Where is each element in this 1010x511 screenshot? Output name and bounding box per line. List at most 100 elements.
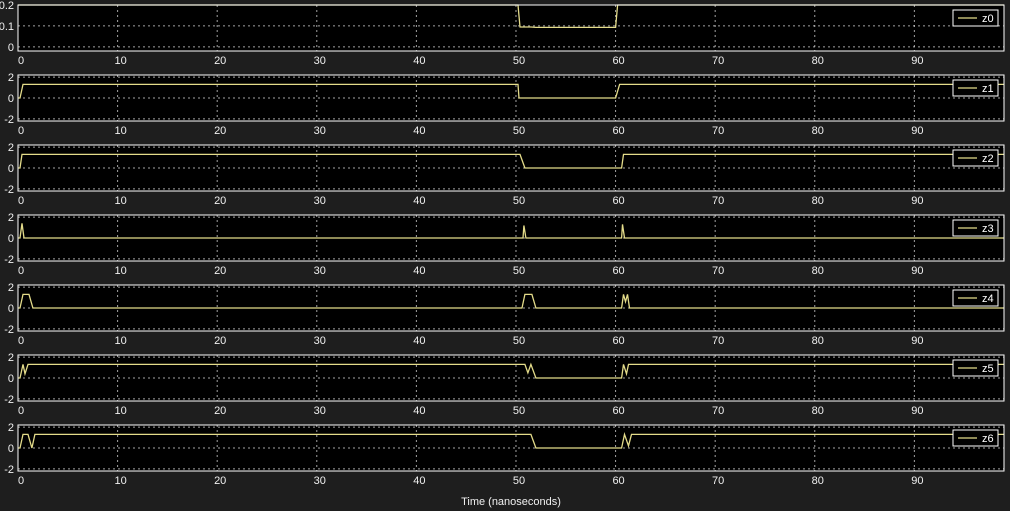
x-tick-label: 40 — [413, 335, 425, 347]
y-tick-label: 0 — [8, 42, 14, 54]
x-tick-label: 20 — [214, 265, 226, 277]
x-tick-label: 0 — [18, 125, 24, 137]
y-tick-label: -2 — [4, 254, 14, 266]
y-tick-label: 0 — [8, 233, 14, 245]
x-tick-label: 70 — [712, 265, 724, 277]
y-tick-label: 2 — [8, 212, 14, 224]
y-tick-label: 2 — [8, 142, 14, 154]
x-tick-label: 80 — [812, 125, 824, 137]
legend-label-z3: z3 — [982, 223, 994, 235]
x-tick-label: 50 — [513, 125, 525, 137]
x-tick-label: 50 — [513, 335, 525, 347]
scope-panel-0: 0.2 0.1 00 10 20 30 40 50 60 70 80 90 z0 — [0, 0, 1005, 67]
y-tick-label: 0.2 — [0, 0, 14, 12]
legend-label-z0: z0 — [982, 13, 994, 25]
plot-area — [18, 75, 1004, 121]
x-tick-label: 40 — [413, 405, 425, 417]
legend-label-z4: z4 — [982, 293, 994, 305]
y-tick-label: 2 — [8, 282, 14, 294]
x-tick-label: 80 — [812, 335, 824, 347]
y-tick-label: 0 — [8, 163, 14, 175]
x-tick-label: 10 — [114, 265, 126, 277]
y-tick-label: -2 — [4, 114, 14, 126]
x-tick-label: 30 — [314, 475, 326, 487]
x-tick-label: 10 — [114, 335, 126, 347]
x-tick-label: 40 — [413, 475, 425, 487]
x-tick-label: 60 — [612, 335, 624, 347]
x-tick-label: 30 — [314, 55, 326, 67]
x-tick-label: 40 — [413, 125, 425, 137]
x-tick-label: 0 — [18, 405, 24, 417]
y-tick-label: 0 — [8, 93, 14, 105]
x-tick-label: 70 — [712, 475, 724, 487]
x-tick-label: 30 — [314, 125, 326, 137]
y-tick-label: -2 — [4, 184, 14, 196]
x-tick-label: 70 — [712, 125, 724, 137]
x-tick-label: 30 — [314, 335, 326, 347]
x-tick-label: 30 — [314, 195, 326, 207]
plot-area — [18, 145, 1004, 191]
x-tick-label: 80 — [812, 265, 824, 277]
y-tick-label: 2 — [8, 422, 14, 434]
x-tick-label: 90 — [911, 475, 923, 487]
x-tick-label: 60 — [612, 125, 624, 137]
plot-area — [18, 355, 1004, 401]
x-tick-label: 50 — [513, 405, 525, 417]
x-tick-label: 70 — [712, 55, 724, 67]
x-tick-label: 20 — [214, 55, 226, 67]
scope-panel-1: 20-20 10 20 30 40 50 60 70 80 90z1 — [4, 72, 1005, 137]
x-tick-label: 30 — [314, 405, 326, 417]
x-tick-label: 0 — [18, 265, 24, 277]
x-tick-label: 20 — [214, 125, 226, 137]
y-tick-label: 0.1 — [0, 21, 14, 33]
x-tick-label: 50 — [513, 195, 525, 207]
x-tick-label: 80 — [812, 475, 824, 487]
x-tick-label: 10 — [114, 475, 126, 487]
legend-label-z5: z5 — [982, 363, 994, 375]
x-tick-label: 60 — [612, 55, 624, 67]
x-tick-label: 20 — [214, 405, 226, 417]
x-tick-label: 40 — [413, 265, 425, 277]
x-tick-label: 60 — [612, 405, 624, 417]
x-tick-label: 70 — [712, 405, 724, 417]
x-tick-label: 80 — [812, 55, 824, 67]
y-tick-label: 0 — [8, 303, 14, 315]
x-tick-label: 10 — [114, 405, 126, 417]
x-tick-label: 20 — [214, 475, 226, 487]
x-tick-label: 50 — [513, 265, 525, 277]
x-tick-label: 60 — [612, 265, 624, 277]
plot-area — [18, 425, 1004, 471]
scope-panel-3: 20-20 10 20 30 40 50 60 70 80 90z3 — [4, 212, 1005, 277]
plot-area — [18, 5, 1004, 51]
y-tick-label: 0 — [8, 443, 14, 455]
x-tick-label: 40 — [413, 195, 425, 207]
x-tick-label: 0 — [18, 475, 24, 487]
x-tick-label: 0 — [18, 55, 24, 67]
x-tick-label: 70 — [712, 195, 724, 207]
y-tick-label: 2 — [8, 72, 14, 84]
x-tick-label: 90 — [911, 55, 923, 67]
x-tick-label: 30 — [314, 265, 326, 277]
legend-label-z6: z6 — [982, 433, 994, 445]
x-tick-label: 0 — [18, 335, 24, 347]
legend-label-z2: z2 — [982, 153, 994, 165]
x-tick-label: 90 — [911, 265, 923, 277]
y-tick-label: 0 — [8, 373, 14, 385]
y-tick-label: -2 — [4, 464, 14, 476]
x-tick-label: 90 — [911, 195, 923, 207]
y-tick-label: -2 — [4, 324, 14, 336]
x-tick-label: 90 — [911, 405, 923, 417]
scope-panel-2: 20-20 10 20 30 40 50 60 70 80 90z2 — [4, 142, 1005, 207]
scope-figure: 0.20.100 10 20 30 40 50 60 70 80 90z020-20 10 20 30 4… — [0, 0, 1005, 508]
x-tick-label: 10 — [114, 55, 126, 67]
legend-label-z1: z1 — [982, 83, 994, 95]
x-tick-label: 70 — [712, 335, 724, 347]
x-tick-label: 50 — [513, 475, 525, 487]
x-tick-label: 60 — [612, 475, 624, 487]
x-tick-label: 20 — [214, 195, 226, 207]
x-tick-label: 50 — [513, 55, 525, 67]
x-tick-label: 40 — [413, 55, 425, 67]
y-tick-label: 2 — [8, 352, 14, 364]
scope-panel-4: 20-20 10 20 30 40 50 60 70 80 90z4 — [4, 282, 1005, 347]
x-tick-label: 90 — [911, 335, 923, 347]
